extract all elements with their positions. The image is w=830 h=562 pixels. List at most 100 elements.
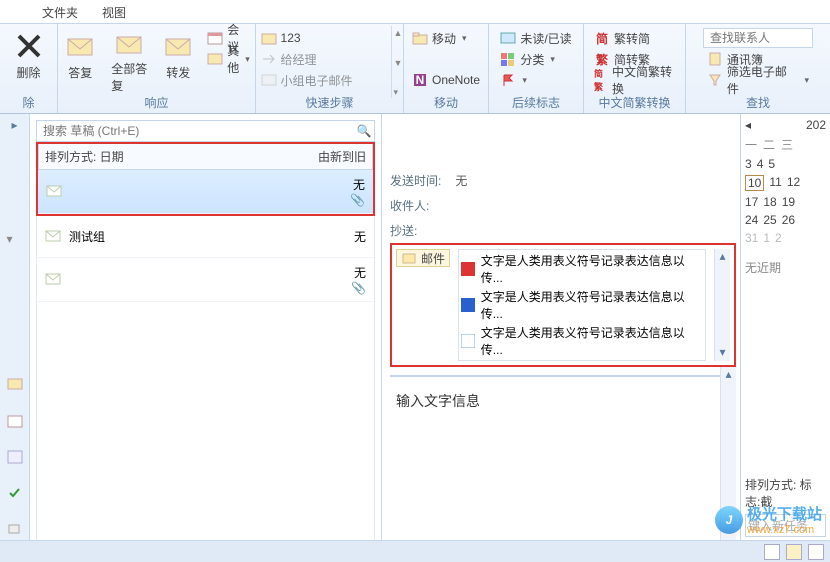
draft-mail-icon <box>45 273 63 287</box>
calendar-nav-icon[interactable] <box>7 414 23 430</box>
view-normal-icon[interactable] <box>764 544 780 560</box>
group-respond-label: 响应 <box>58 94 255 111</box>
tab-view[interactable]: 视图 <box>90 0 138 23</box>
search-input[interactable] <box>37 124 354 138</box>
more-nav-icon[interactable] <box>7 522 23 538</box>
attachment-area: 邮件 文字是人类用表义符号记录表达信息以传... 文字是人类用表义符号记录表达信… <box>390 243 736 367</box>
svg-text:N: N <box>416 73 425 87</box>
attachment-icon: 📎 <box>350 193 365 207</box>
folder-icon <box>412 30 428 46</box>
unread-button[interactable]: 未读/已读 <box>496 28 575 48</box>
draft-mail-icon <box>46 185 64 199</box>
sort-order-label[interactable]: 由新到旧 <box>318 148 366 165</box>
attachment-item[interactable]: 文字是人类用表义符号记录表达信息以传... <box>461 252 703 286</box>
onenote-icon: N <box>412 72 428 88</box>
attachment-item[interactable]: 文字是人类用表义符号记录表达信息以传... <box>461 324 703 358</box>
no-appointments: 无近期 <box>745 259 826 276</box>
item-right: 无 <box>354 228 366 245</box>
chinese-simp-icon: 简 <box>594 30 610 46</box>
ribbon: 删除 除 答复 全部答复 转发 会议 其他▾ 响应 123 给经理 小组电子邮件… <box>0 24 830 114</box>
chinese-trad-icon: 繁 <box>594 51 610 67</box>
item-right: 无 <box>351 264 366 281</box>
mail-tab-button[interactable]: 邮件 <box>396 249 450 267</box>
calendar-icon <box>207 30 223 46</box>
quick-team-email[interactable]: 小组电子邮件 <box>257 70 387 90</box>
categorize-button[interactable]: 分类▾ <box>496 49 575 69</box>
view-reading-icon[interactable] <box>786 544 802 560</box>
quick-123[interactable]: 123 <box>257 28 387 48</box>
cal-today[interactable]: 10 <box>745 175 764 191</box>
quick-down[interactable]: ▼ <box>394 58 403 68</box>
delete-icon <box>13 30 45 62</box>
forward-button[interactable]: 转发 <box>157 26 199 98</box>
filter-email-button[interactable]: 筛选电子邮件▾ <box>703 70 813 90</box>
filter-icon <box>707 72 723 88</box>
other-button[interactable]: 其他▾ <box>203 49 254 69</box>
move-folder-icon <box>261 30 277 46</box>
item-right: 无 <box>350 176 365 193</box>
category-icon <box>500 51 516 67</box>
attachment-item[interactable]: 文字是人类用表义符号记录表达信息以传... <box>461 288 703 322</box>
mail-nav-icon[interactable] <box>7 378 23 394</box>
group-find-label: 查找 <box>686 94 830 111</box>
flag-icon <box>500 72 516 88</box>
trad-to-simp-button[interactable]: 简繁转简 <box>590 28 679 48</box>
move-button[interactable]: 移动▾ <box>408 28 484 48</box>
quick-manager[interactable]: 给经理 <box>257 49 387 69</box>
reply-icon <box>64 30 96 62</box>
attachment-icon: 📎 <box>351 281 366 295</box>
cc-label: 抄送: <box>390 222 417 239</box>
pdf-icon <box>461 262 475 276</box>
forward-arrow-icon <box>261 51 277 67</box>
envelope-icon <box>401 250 417 266</box>
message-item[interactable]: 无📎 <box>38 170 373 214</box>
message-item[interactable]: 无📎 <box>37 258 374 302</box>
contacts-nav-icon[interactable] <box>7 450 23 466</box>
forward-icon <box>162 30 194 62</box>
nav-dropdown-icon[interactable]: ▾ <box>7 232 23 248</box>
group-followup-label: 后续标志 <box>489 94 583 111</box>
chinese-convert-button[interactable]: 简繁中文简繁转换 <box>590 70 679 90</box>
sort-by-label[interactable]: 排列方式: 日期 <box>45 148 124 165</box>
book-icon <box>707 51 723 67</box>
onenote-button[interactable]: NOneNote <box>408 70 484 90</box>
tasks-nav-icon[interactable] <box>7 486 23 502</box>
reply-all-icon <box>113 30 145 58</box>
status-bar <box>0 540 830 562</box>
expand-nav-button[interactable]: ▸ <box>11 118 17 132</box>
search-icon[interactable]: 🔍 <box>354 124 374 138</box>
reading-pane: 发送时间: 无 收件人: 抄送: 邮件 文字是人类用表义符号记录表达信息以传...… <box>382 114 740 562</box>
view-single-icon[interactable] <box>808 544 824 560</box>
group-delete-label: 除 <box>0 94 57 111</box>
cal-prev[interactable]: ◂ <box>745 118 751 132</box>
send-time-label: 发送时间: <box>390 172 441 189</box>
flag-button[interactable]: ▾ <box>496 70 575 90</box>
send-time-value: 无 <box>455 172 467 189</box>
mail-icon <box>261 72 277 88</box>
mail-icon <box>207 51 223 67</box>
group-move-label: 移动 <box>404 94 488 111</box>
draft-mail-icon <box>45 230 63 244</box>
attachment-scrollbar[interactable]: ▴▾ <box>714 249 730 361</box>
cal-year: 202 <box>806 118 826 132</box>
message-list-pane: 🔍 排列方式: 日期 由新到旧 无📎 测试组 无 无📎 <box>30 114 382 562</box>
tab-folder[interactable]: 文件夹 <box>30 0 90 23</box>
quick-up[interactable]: ▲ <box>394 28 403 38</box>
watermark-logo-icon: J <box>715 506 743 534</box>
reply-all-button[interactable]: 全部答复 <box>105 26 153 98</box>
word-icon <box>461 298 475 312</box>
find-contact-input[interactable] <box>704 31 830 45</box>
delete-button[interactable]: 删除 <box>7 26 51 98</box>
reply-button[interactable]: 答复 <box>59 26 101 98</box>
todo-bar: ◂202 一二三 345 101112 171819 242526 3112 无… <box>740 114 830 562</box>
to-label: 收件人: <box>390 197 429 214</box>
nav-left-bar: ▸ ▾ <box>0 114 30 562</box>
group-quick-label: 快速步骤 <box>256 94 403 111</box>
text-icon <box>461 334 475 348</box>
chinese-convert-icon: 简繁 <box>594 72 608 88</box>
watermark: J 极光下载站www.xz7.com <box>715 503 822 536</box>
envelope-icon <box>500 30 516 46</box>
message-body: 输入文字信息 <box>390 375 720 562</box>
group-convert-label: 中文简繁转换 <box>584 94 685 111</box>
message-item[interactable]: 测试组 无 <box>37 216 374 258</box>
